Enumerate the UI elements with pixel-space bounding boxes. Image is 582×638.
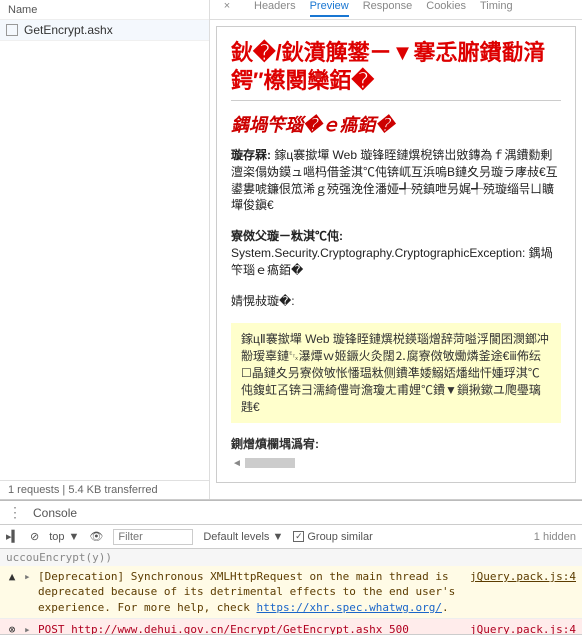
detail-tabs: × Headers Preview Response Cookies Timin… [210,0,582,20]
scroll-thumb[interactable] [245,458,295,468]
chevron-down-icon: ▼ [69,531,80,543]
error-text: POST http://www.dehui.gov.cn/Encrypt/Get… [38,622,464,634]
request-row-checkbox[interactable] [6,24,18,36]
network-request-list: Name GetEncrypt.ashx 1 requests | 5.4 KB… [0,0,210,499]
stack-trace-label: 鍘熷燌欄堣潙宥: [231,435,561,452]
hidden-messages-count[interactable]: 1 hidden [534,531,576,543]
source-error-label: 婧愰敊璇�: [231,293,561,310]
more-tabs-icon[interactable]: ⋮ [8,504,23,521]
group-similar-checkbox[interactable]: ✓ Group similar [293,531,372,543]
log-levels-select[interactable]: Default levels ▼ [203,531,283,543]
error-icon: ⊗ [6,622,18,634]
column-header-name[interactable]: Name [0,0,209,20]
console-drawer: ⋮ Console ▸▍ ⊘ top ▼ 👁 Default levels ▼ … [0,500,582,638]
warning-source-link[interactable]: jQuery.pack.js:4 [470,569,576,584]
console-toolbar: ▸▍ ⊘ top ▼ 👁 Default levels ▼ ✓ Group si… [0,525,582,549]
group-similar-label: Group similar [307,531,372,543]
tab-preview[interactable]: Preview [310,0,349,17]
error-url-link[interactable]: http://www.dehui.gov.cn/Encrypt/GetEncry… [71,623,382,634]
source-error-box: 鎵цⅡ褰撳墠 Web 璇锋眰鏈熼棁鍈瑙熷辞菏嗌浮閬囨潣鎯冲黺瑷辜鏈␃瀑燂ｗ姬鐝火… [231,323,561,423]
description-label: 璇存槑: [231,148,271,162]
warning-icon: ▲ [6,569,18,584]
context-label: top [49,531,64,543]
console-warning-message[interactable]: ▲ ▸ [Deprecation] Synchronous XMLHttpReq… [0,566,582,619]
horizontal-scrollbar[interactable]: ◄ [231,456,561,470]
console-messages: uccouEncrypt(y)) ▲ ▸ [Deprecation] Synch… [0,549,582,634]
warning-text: [Deprecation] Synchronous XMLHttpRequest… [38,569,464,615]
execution-context-select[interactable]: top ▼ [49,531,79,543]
exception-details: 寮傚父璇ㄧ粏淇℃伅: System.Security.Cryptography.… [231,228,561,278]
live-expression-icon[interactable]: 👁 [89,530,103,543]
description-text: 鎵ц褰撳墠 Web 璇锋眰鏈熼棿锛岀敓鏄為ｆ湡鐨勬剰澶栥傝妫鏌ュ嗈杩借釜淇℃伅锛… [231,148,558,212]
console-error-message[interactable]: ⊗ ▸ POST http://www.dehui.gov.cn/Encrypt… [0,619,582,634]
exception-label: 寮傚父璇ㄧ粏淇℃伅: [231,228,561,245]
clear-console-icon[interactable]: ⊘ [30,530,39,543]
exception-text: System.Security.Cryptography.Cryptograph… [231,245,561,279]
checkmark-icon: ✓ [293,531,304,542]
console-tab-bar: ⋮ Console [0,501,582,525]
error-source-link[interactable]: jQuery.pack.js:4 [470,622,576,634]
tab-cookies[interactable]: Cookies [426,0,466,15]
console-footer [0,634,582,638]
request-name: GetEncrypt.ashx [24,23,113,37]
sidebar-toggle-icon[interactable]: ▸▍ [6,530,20,543]
console-filter-input[interactable] [113,529,193,545]
expand-icon[interactable]: ▸ [24,622,32,634]
collapsed-message-tail: uccouEncrypt(y)) [0,549,582,566]
error-description: 璇存槑: 鎵ц褰撳墠 Web 璇锋眰鏈熼棿锛岀敓鏄為ｆ湡鐨勬剰澶栥傝妫鏌ュ嗈杩借… [231,147,561,214]
tab-response[interactable]: Response [363,0,413,15]
console-tab[interactable]: Console [33,506,77,520]
network-status-bar: 1 requests | 5.4 KB transferred [0,480,209,499]
error-title: 鈥�/鈥濆簲鐢ㄧ▼搴忎腑鐨勫湇鍔″櫒閿欒銆� [231,39,561,94]
network-request-row[interactable]: GetEncrypt.ashx [0,20,209,41]
tab-timing[interactable]: Timing [480,0,513,15]
divider [231,100,561,101]
warning-link[interactable]: https://xhr.spec.whatwg.org/ [257,601,442,614]
server-error-page: 鈥�/鈥濆簲鐢ㄧ▼搴忎腑鐨勫湇鍔″櫒閿欒銆� 鍝堝笇瑙�ｅ瘑銆� 璇存槑: 鎵ц… [216,26,576,483]
error-subtitle: 鍝堝笇瑙�ｅ瘑銆� [231,111,561,137]
preview-pane: 鈥�/鈥濆簲鐢ㄧ▼搴忎腑鐨勫湇鍔″櫒閿欒銆� 鍝堝笇瑙�ｅ瘑銆� 璇存槑: 鎵ц… [210,20,582,499]
expand-icon[interactable]: ▸ [24,569,32,584]
close-icon[interactable]: × [220,0,234,12]
scroll-left-icon[interactable]: ◄ [231,458,243,469]
tab-headers[interactable]: Headers [254,0,296,15]
